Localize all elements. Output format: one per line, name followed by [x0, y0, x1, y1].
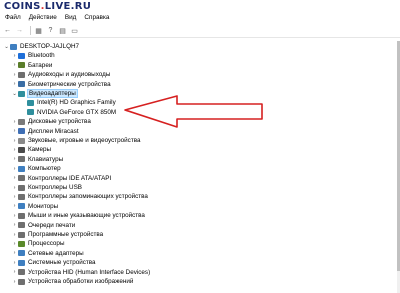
arrow-shape [124, 95, 263, 128]
red-arrow-annotation [124, 95, 263, 128]
device-manager-window: COINS.LIVE.RU Файл Действие Вид Справка … [0, 0, 400, 293]
